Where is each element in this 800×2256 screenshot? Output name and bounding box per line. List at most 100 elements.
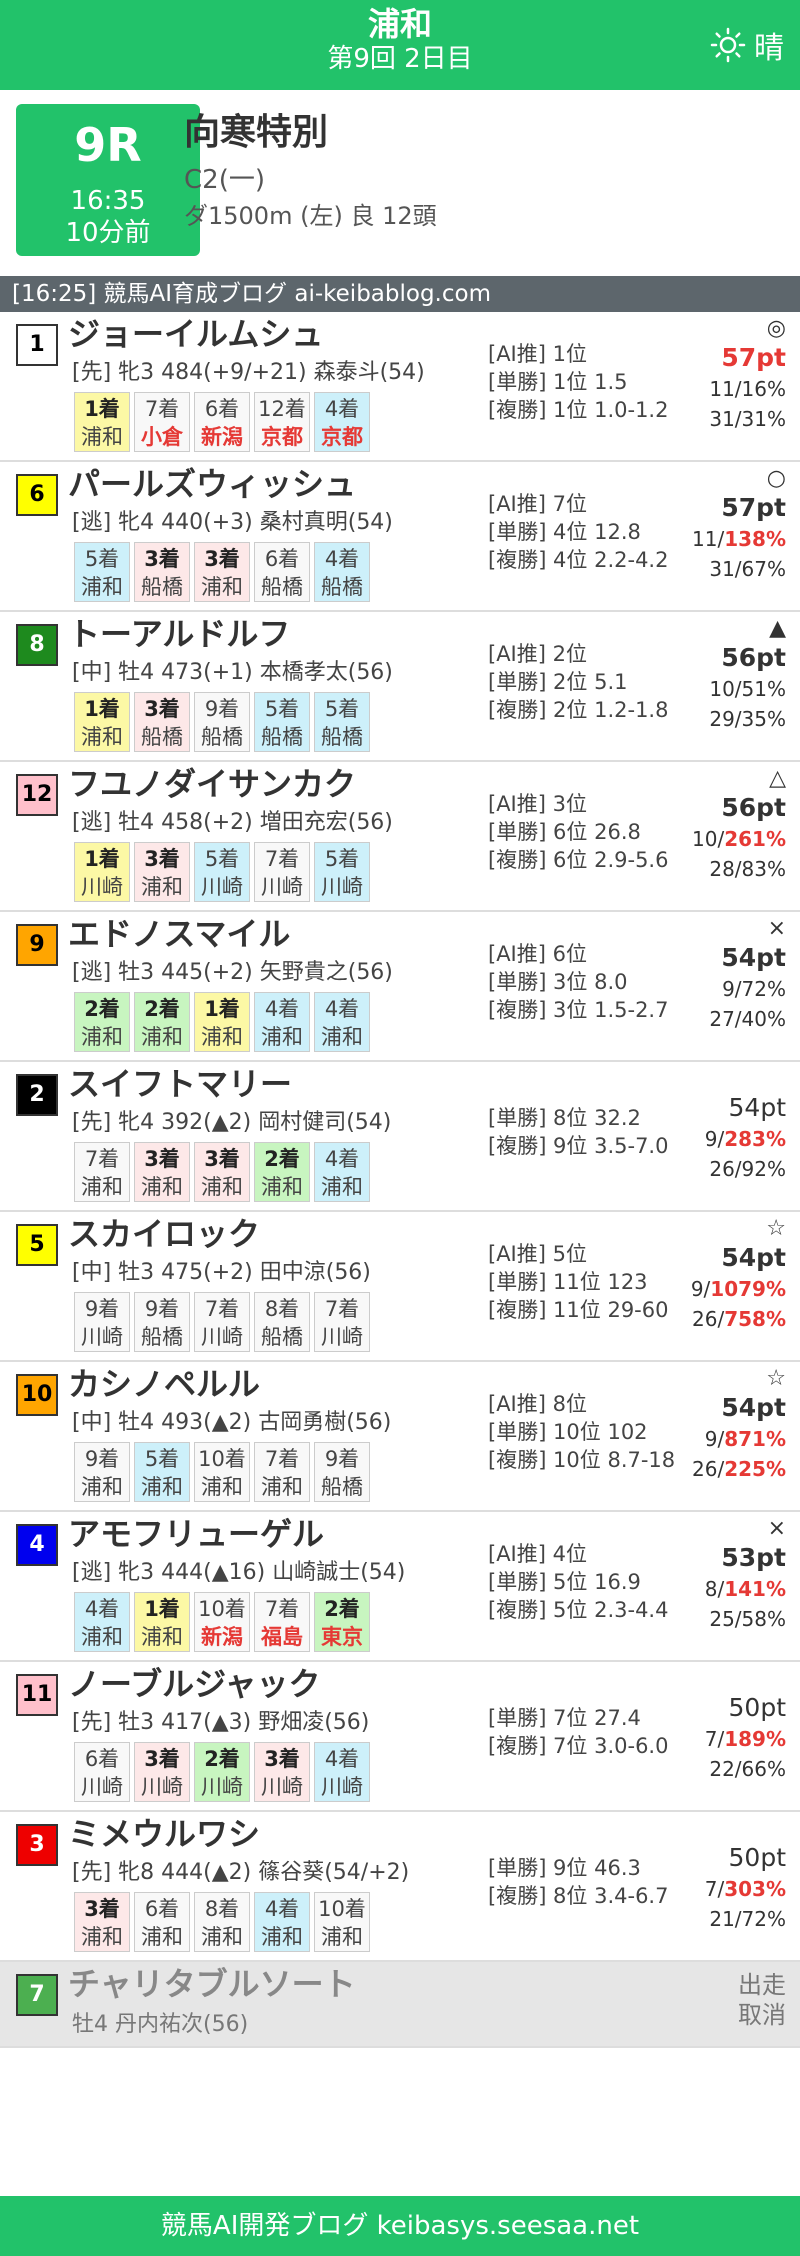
race-conditions: ダ1500m (左) 良 12頭	[184, 202, 437, 230]
point-score: 50pt	[728, 1693, 786, 1722]
result-place: 8着	[264, 1297, 300, 1321]
result-place: 4着	[264, 1897, 300, 1921]
rate-count: 11/	[709, 377, 742, 401]
result-venue: 川崎	[141, 1775, 183, 1799]
score-column: ◎ 57pt 11/16% 31/31%	[676, 316, 786, 434]
past-results: 2着 浦和 2着 浦和 1着 浦和 4着 浦和 4着 浦和	[74, 992, 370, 1052]
horse-row[interactable]: 10 カシノペルル [中] 牡4 493(▲2) 古岡勇樹(56) 9着 浦和 5着 浦和 1…	[0, 1362, 800, 1512]
point-score: 53pt	[721, 1543, 786, 1572]
past-result-box: 9着 船橋	[314, 1442, 370, 1502]
point-score: 54pt	[728, 1093, 786, 1122]
horse-row[interactable]: 6 パールズウィッシュ [逃] 牝4 440(+3) 桑村真明(54) 5着 浦和 3着船…	[0, 462, 800, 612]
hit-rate-place: 26/225%	[676, 1454, 786, 1484]
hit-rate-win: 11/16%	[676, 374, 786, 404]
horse-row[interactable]: 8 トーアルドルフ [中] 牡4 473(+1) 本橋孝太(56) 1着 浦和 3着 船橋 9…	[0, 612, 800, 762]
horse-name[interactable]: スイフトマリー	[68, 1062, 292, 1106]
point-score: 57pt	[721, 493, 786, 522]
blog-link-bar[interactable]: [16:25] 競馬AI育成ブログ ai-keibablog.com	[0, 276, 800, 312]
result-venue: 浦和	[141, 1475, 183, 1499]
point-score: 54pt	[721, 943, 786, 972]
horse-name[interactable]: カシノペルル	[68, 1362, 260, 1406]
odds-stats: [単勝] 8位 32.2 [複勝] 9位 3.5-7.0	[488, 1104, 668, 1160]
past-result-box: 2着 浦和	[74, 992, 130, 1052]
odds-stats: [AI推] 6位 [単勝] 3位 8.0 [複勝] 3位 1.5-2.7	[488, 940, 668, 1024]
result-place: 3着	[144, 1147, 180, 1171]
result-venue: 浦和	[261, 1925, 303, 1949]
horse-name[interactable]: トーアルドルフ	[68, 612, 290, 656]
horse-row[interactable]: 9 エドノスマイル [逃] 牡3 445(+2) 矢野貴之(56) 2着 浦和 2着 浦和 1…	[0, 912, 800, 1062]
prediction-mark: △	[769, 766, 786, 791]
result-venue: 浦和	[81, 1475, 123, 1499]
prediction-mark: ▲	[769, 616, 786, 641]
rate-percent: 16%	[741, 377, 786, 401]
result-place: 6着	[144, 1897, 180, 1921]
horse-name[interactable]: エドノスマイル	[68, 912, 290, 956]
horse-name[interactable]: ミメウルワシ	[68, 1812, 260, 1856]
result-venue: 浦和	[321, 1925, 363, 1949]
horse-row[interactable]: 5 スカイロック [中] 牡3 475(+2) 田中涼(56) 9着 川崎 9着 船橋 7着川…	[0, 1212, 800, 1362]
past-result-box: 4着 浦和	[254, 992, 310, 1052]
point-score: 50pt	[728, 1843, 786, 1872]
place-odds: [複勝] 1位 1.0-1.2	[488, 398, 669, 422]
horse-row[interactable]: 1 ジョーイルムシュ [先] 牝3 484(+9/+21) 森泰斗(54) 1着 浦和 7…	[0, 312, 800, 462]
win-odds: [単勝] 3位 8.0	[488, 970, 628, 994]
score-column: ☆ 54pt 9/871% 26/225%	[676, 1366, 786, 1484]
score-column: ○ 57pt 11/138% 31/67%	[676, 466, 786, 584]
horse-name[interactable]: チャリタブルソート	[68, 1962, 356, 2006]
past-results: 9着 川崎 9着 船橋 7着 川崎 8着 船橋 7着 川崎	[74, 1292, 370, 1352]
hit-rate-place: 27/40%	[676, 1004, 786, 1034]
post-number-badge: 10	[16, 1374, 58, 1416]
hit-rate-place: 26/758%	[676, 1304, 786, 1334]
venue-title: 浦和	[367, 5, 432, 43]
ai-rank: [AI推] 4位	[488, 1542, 587, 1566]
horse-row[interactable]: 11 ノーブルジャック [先] 牡3 417(▲3) 野畑凌(56) 6着 川崎 3着 川崎…	[0, 1662, 800, 1812]
result-place: 6着	[84, 1747, 120, 1771]
result-place: 3着	[84, 1897, 120, 1921]
horse-name[interactable]: ノーブルジャック	[68, 1662, 320, 1706]
score-column: ☆ 54pt 9/1079% 26/758%	[676, 1216, 786, 1334]
post-number-badge: 8	[16, 624, 58, 666]
ai-rank: [AI推] 7位	[488, 492, 587, 516]
horse-row[interactable]: 12 フユノダイサンカク [逃] 牡4 458(+2) 増田充宏(56) 1着 川崎 3着…	[0, 762, 800, 912]
score-column: × 53pt 8/141% 25/58%	[676, 1516, 786, 1634]
result-venue: 浦和	[81, 1175, 123, 1199]
horse-row[interactable]: 4 アモフリューゲル [逃] 牝3 444(▲16) 山崎誠士(54) 4着 浦和 1着浦…	[0, 1512, 800, 1662]
footer-blog-link[interactable]: 競馬AI開発ブログ keibasys.seesaa.net	[0, 2196, 800, 2256]
odds-stats: [AI推] 5位 [単勝] 11位 123 [複勝] 11位 29-60	[488, 1240, 668, 1324]
past-result-box: 3着 浦和	[194, 1142, 250, 1202]
horse-name[interactable]: スカイロック	[68, 1212, 260, 1256]
past-result-box: 4着 川崎	[314, 1742, 370, 1802]
result-venue: 浦和	[261, 1475, 303, 1499]
result-place: 10着	[198, 1597, 246, 1621]
odds-stats: [AI推] 1位 [単勝] 1位 1.5 [複勝] 1位 1.0-1.2	[488, 340, 668, 424]
result-venue: 浦和	[81, 575, 123, 599]
past-result-box: 2着 浦和	[134, 992, 190, 1052]
rate-count: 10/	[709, 677, 742, 701]
point-score: 54pt	[721, 1243, 786, 1272]
scratched-horse-row[interactable]: 7 チャリタブルソート 牡4 丹内祐次(56) 出走 取消	[0, 1962, 800, 2048]
prediction-mark	[676, 1666, 786, 1692]
hit-rate-place: 31/31%	[676, 404, 786, 434]
result-venue: 新潟	[201, 425, 243, 449]
score-column: ▲ 56pt 10/51% 29/35%	[676, 616, 786, 734]
result-place: 3着	[144, 697, 180, 721]
horse-name[interactable]: フユノダイサンカク	[68, 762, 356, 806]
horse-row[interactable]: 3 ミメウルワシ [先] 牝8 444(▲2) 篠谷葵(54/+2) 3着 浦和 6着 浦和…	[0, 1812, 800, 1962]
post-number-badge: 1	[16, 324, 58, 366]
rate-count: 9/	[722, 977, 742, 1001]
rate-percent: 225%	[724, 1457, 786, 1481]
horse-name[interactable]: アモフリューゲル	[68, 1512, 324, 1556]
horse-row[interactable]: 2 スイフトマリー [先] 牝4 392(▲2) 岡村健司(54) 7着 浦和 3着 浦和 3…	[0, 1062, 800, 1212]
past-result-box: 5着 川崎	[314, 842, 370, 902]
result-venue: 川崎	[201, 875, 243, 899]
status-line-1: 出走	[738, 1971, 786, 1999]
result-venue: 浦和	[81, 425, 123, 449]
past-result-box: 8着 浦和	[194, 1892, 250, 1952]
result-venue: 浦和	[201, 575, 243, 599]
horse-name[interactable]: ジョーイルムシュ	[68, 312, 323, 356]
past-result-box: 1着 浦和	[194, 992, 250, 1052]
result-venue: 川崎	[201, 1775, 243, 1799]
result-venue: 浦和	[141, 1625, 183, 1649]
horse-name[interactable]: パールズウィッシュ	[68, 462, 356, 506]
result-place: 3着	[204, 1147, 240, 1171]
